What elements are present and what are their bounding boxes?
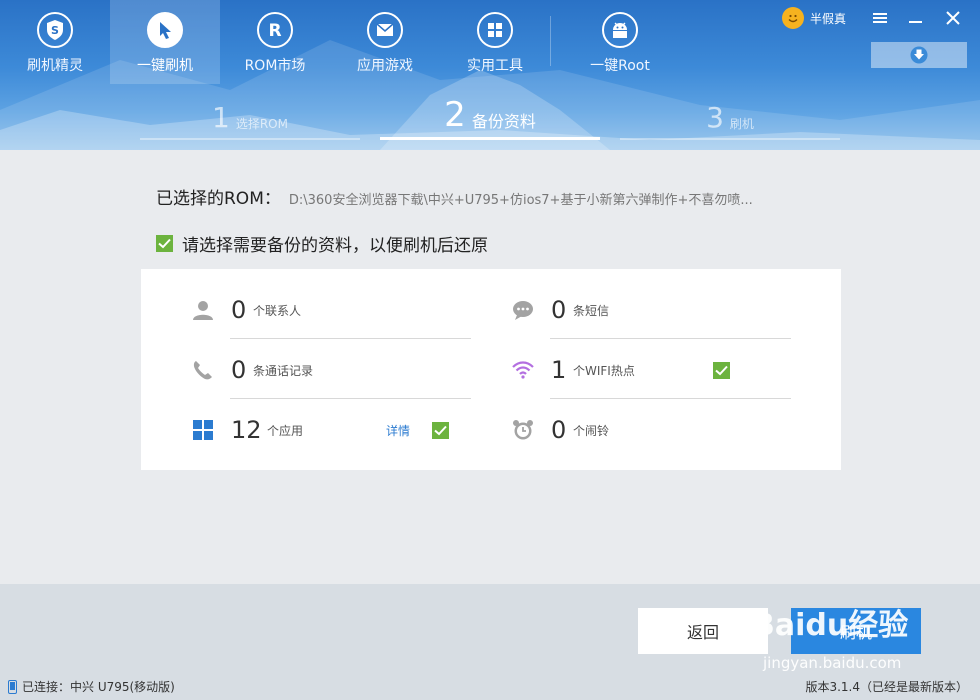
row-divider <box>550 398 791 399</box>
step-label: 刷机 <box>729 117 754 131</box>
menu-button[interactable] <box>868 6 892 30</box>
shield-s-icon: S <box>37 12 73 48</box>
step-flash: 3 刷机 <box>620 90 840 140</box>
item-count: 1 <box>551 356 567 384</box>
step-number: 2 <box>444 95 466 135</box>
minimize-button[interactable] <box>904 6 928 30</box>
phone-device-icon <box>8 679 17 694</box>
nav-item-flash-wizard[interactable]: S 刷机精灵 <box>0 0 110 84</box>
step-indicator: 1 选择ROM 2 备份资料 3 刷机 <box>0 90 980 150</box>
step-label: 备份资料 <box>471 112 536 131</box>
flash-button[interactable]: 刷机 <box>791 608 921 654</box>
selected-rom: 已选择的ROM： D:\360安全浏览器下载\中兴+U795+仿ios7+基于小… <box>156 184 753 209</box>
backup-item-alarms: 0 个闹铃 <box>511 401 791 459</box>
item-count: 0 <box>551 296 567 324</box>
chat-bubble-icon <box>511 298 535 322</box>
step-bar <box>620 138 840 140</box>
connection-status-text: 已连接：中兴 U795(移动版) <box>22 680 175 694</box>
backup-item-sms: 0 条短信 <box>511 281 791 339</box>
user-account[interactable]: 半假真 <box>782 7 846 29</box>
rom-r-icon: R <box>257 12 293 48</box>
nav-item-utilities[interactable]: 实用工具 <box>440 0 550 84</box>
menu-icon <box>873 13 887 23</box>
phone-icon <box>191 358 215 382</box>
step-label: 选择ROM <box>235 117 288 131</box>
user-name: 半假真 <box>810 11 847 26</box>
item-count: 12 <box>231 416 262 444</box>
svg-text:S: S <box>51 24 59 37</box>
grid-tools-icon <box>477 12 513 48</box>
item-count: 0 <box>551 416 567 444</box>
nav-label: 实用工具 <box>467 58 523 74</box>
connection-status: 已连接：中兴 U795(移动版) <box>8 678 175 695</box>
item-label: 条通话记录 <box>253 363 314 378</box>
step-number: 3 <box>706 101 724 134</box>
nav-item-rom-market[interactable]: R ROM市场 <box>220 0 330 84</box>
app-header: S 刷机精灵 一键刷机 R ROM市场 应用游戏 实用工具 一键Root 半假真… <box>0 0 980 150</box>
backup-items-panel: 0 个联系人 0 条短信 0 条通话记录 1 个WIFI热点 12 个应用 详情… <box>141 269 841 470</box>
close-button[interactable] <box>941 6 965 30</box>
nav-label: 应用游戏 <box>357 58 413 74</box>
mail-icon <box>367 12 403 48</box>
item-label: 个联系人 <box>253 303 302 318</box>
row-divider <box>230 398 471 399</box>
row-divider <box>230 338 471 339</box>
main-nav: S 刷机精灵 一键刷机 R ROM市场 应用游戏 实用工具 一键Root <box>0 0 675 84</box>
back-button[interactable]: 返回 <box>638 608 768 654</box>
backup-item-apps: 12 个应用 详情 <box>191 401 471 459</box>
selected-rom-label: 已选择的ROM： <box>156 189 281 209</box>
backup-select-label: 请选择需要备份的资料，以便刷机后还原 <box>182 236 488 256</box>
nav-item-apps-games[interactable]: 应用游戏 <box>330 0 440 84</box>
step-select-rom: 1 选择ROM <box>140 90 360 140</box>
nav-label: 一键Root <box>590 58 650 74</box>
item-count: 0 <box>231 296 247 324</box>
nav-label: 刷机精灵 <box>27 58 83 74</box>
item-label: 个闹铃 <box>573 423 610 438</box>
version-info: 版本3.1.4（已经是最新版本） <box>805 680 968 694</box>
item-label: 个应用 <box>267 423 304 438</box>
svg-text:R: R <box>268 21 281 40</box>
row-divider <box>550 338 791 339</box>
step-number: 1 <box>212 101 230 134</box>
backup-select-all[interactable]: 请选择需要备份的资料，以便刷机后还原 <box>156 231 488 256</box>
step-bar <box>380 137 600 140</box>
minimize-icon <box>909 21 922 23</box>
nav-label: ROM市场 <box>244 58 306 74</box>
person-icon <box>191 298 215 322</box>
nav-item-one-click-root[interactable]: 一键Root <box>565 0 675 84</box>
step-bar <box>140 138 360 140</box>
wifi-icon <box>511 358 535 382</box>
backup-item-contacts: 0 个联系人 <box>191 281 471 339</box>
item-label: 个WIFI热点 <box>573 363 635 378</box>
checkbox-checked-icon[interactable] <box>432 421 449 439</box>
backup-item-call-log: 0 条通话记录 <box>191 341 471 399</box>
nav-label: 一键刷机 <box>137 58 193 74</box>
smiley-icon <box>782 7 804 29</box>
checkbox-checked-icon[interactable] <box>713 361 730 379</box>
item-label: 条短信 <box>573 303 610 318</box>
close-icon <box>946 11 960 25</box>
item-count: 0 <box>231 356 247 384</box>
checkbox-checked-icon[interactable] <box>156 235 173 252</box>
download-icon <box>910 46 928 64</box>
nav-divider <box>550 16 551 66</box>
download-button[interactable] <box>871 42 967 68</box>
step-backup-data: 2 备份资料 <box>380 90 600 140</box>
backup-item-wifi: 1 个WIFI热点 <box>511 341 791 399</box>
cursor-icon <box>147 12 183 48</box>
apps-icon <box>191 418 215 442</box>
android-icon <box>602 12 638 48</box>
selected-rom-path: D:\360安全浏览器下载\中兴+U795+仿ios7+基于小新第六弹制作+不喜… <box>288 193 753 208</box>
nav-item-one-click-flash[interactable]: 一键刷机 <box>110 0 220 84</box>
apps-detail-link[interactable]: 详情 <box>386 422 410 439</box>
footer-bar: 返回 刷机 已连接：中兴 U795(移动版) 版本3.1.4（已经是最新版本） <box>0 584 980 700</box>
alarm-clock-icon <box>511 418 535 442</box>
